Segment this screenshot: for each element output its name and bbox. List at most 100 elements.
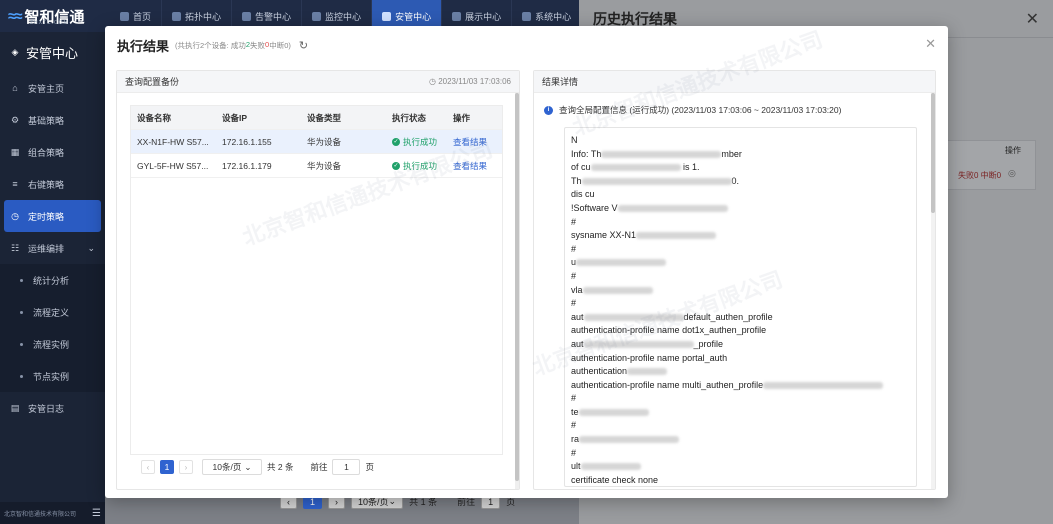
col-header-name: 设备名称: [137, 112, 172, 123]
company-name: 北京智和信通技术有限公司: [4, 511, 77, 518]
close-icon[interactable]: ✕: [925, 36, 936, 52]
next-page-icon[interactable]: ›: [179, 460, 193, 474]
log-line-text: authentication-profile name dot1x_authen…: [571, 325, 767, 336]
log-line: #: [571, 419, 910, 433]
panel-header: 查询配置备份 ◷ 2023/11/03 17:03:06: [117, 71, 519, 93]
device-type: 华为设备: [307, 160, 342, 171]
redacted-text: [601, 150, 722, 158]
log-line-tail: is 1.: [680, 162, 700, 173]
tab-label: 安管中心: [395, 11, 432, 22]
prev-page-icon[interactable]: ‹: [141, 460, 155, 474]
scrollbar[interactable]: [931, 93, 935, 489]
log-line-text: #: [571, 420, 577, 431]
scrollbar[interactable]: [515, 93, 519, 489]
page-number[interactable]: 1: [160, 460, 174, 474]
sidebar-subitem-flow-instance[interactable]: 流程实例: [0, 328, 105, 360]
menu-toggle-icon[interactable]: ☰: [92, 508, 101, 519]
bullet-icon: [20, 342, 23, 346]
exec-status: ✓ 执行成功: [386, 160, 447, 172]
redacted-text: [627, 368, 668, 376]
sidebar-title-label: 安管中心: [26, 45, 79, 61]
log-line: #: [571, 270, 910, 284]
eye-icon[interactable]: ◎: [1008, 168, 1016, 179]
page-size-select[interactable]: 10条/页 ⌄: [202, 459, 262, 475]
log-line-text: !Software V: [571, 202, 618, 213]
log-line: #: [571, 392, 910, 406]
view-result-link[interactable]: 查看结果: [447, 160, 502, 172]
goto-input[interactable]: 1: [332, 459, 361, 475]
tab-label: 展示中心: [465, 11, 502, 22]
redacted-text: [579, 436, 680, 444]
drawer-row-status: 失败0 中断0: [958, 171, 1002, 180]
sidebar-item-scheduled-policy[interactable]: ◷ 定时策略: [4, 200, 101, 232]
clock-icon: ◷: [11, 210, 19, 221]
log-line-tail: 0.: [731, 175, 740, 186]
sidebar-item-rightclick-policy[interactable]: ≡ 右键策略: [0, 168, 105, 200]
log-line: dis cu: [571, 188, 910, 202]
sidebar-item-label: 运维编排: [28, 243, 65, 254]
device-name: GYL-5F-HW S57...: [137, 160, 209, 171]
refresh-icon[interactable]: ↻: [299, 39, 308, 52]
scrollbar-thumb[interactable]: [515, 93, 519, 481]
config-output-log[interactable]: N Info: Th mber of cu is 1. Th 0. dis cu !Softw…: [564, 127, 917, 487]
home-icon: ⌂: [12, 83, 18, 93]
log-line-text: ra: [571, 434, 580, 445]
scrollbar-thumb[interactable]: [931, 93, 935, 213]
success-check-icon: ✓: [392, 161, 400, 170]
result-detail-panel: 结果详情 i 查询全局配置信息 (运行成功) (2023/11/03 17:03…: [533, 70, 936, 490]
table-row[interactable]: XX-N1F-HW S57... 172.16.1.155 华为设备 ✓ 执行成功…: [131, 130, 502, 154]
sidebar-item-ops-orchestration[interactable]: ☷ 运维编排 ⌄: [0, 232, 105, 264]
sidebar-subitem-node-instance[interactable]: 节点实例: [0, 360, 105, 392]
close-icon[interactable]: ✕: [1026, 9, 1039, 29]
log-line: of cu is 1.: [571, 161, 910, 175]
log-line: Th 0.: [571, 175, 910, 189]
drawer-op-header: 操作: [1005, 146, 1021, 155]
sidebar-subitem-stats[interactable]: 统计分析: [0, 264, 105, 296]
log-line: vla: [571, 284, 910, 298]
log-line-text: #: [571, 216, 577, 227]
summary-suffix: 中断0): [269, 40, 291, 50]
shield-icon: ◈: [11, 46, 19, 57]
grid-icon: ▦: [10, 146, 20, 157]
sidebar-item-home[interactable]: ⌂ 安管主页: [0, 72, 105, 104]
sidebar-subitem-flow-def[interactable]: 流程定义: [0, 296, 105, 328]
view-result-link[interactable]: 查看结果: [447, 136, 502, 148]
tab-label: 拓扑中心: [185, 11, 222, 22]
log-line-text: vla: [571, 284, 583, 295]
log-line: sysname XX-N1: [571, 229, 910, 243]
redacted-text: [582, 286, 653, 294]
redacted-text: [578, 409, 649, 416]
logo-subtext: ZHXTC.COM: [30, 20, 69, 26]
redacted-text: [580, 463, 641, 471]
table-pager: ‹ 1 › 10条/页 ⌄ 共 2 条 前往 1 页: [141, 459, 374, 475]
device-results-panel: 查询配置备份 ◷ 2023/11/03 17:03:06 设备名称 设备IP 设…: [116, 70, 520, 490]
sidebar-item-label: 基础策略: [28, 115, 65, 126]
drawer-table: [936, 140, 1036, 190]
bullet-icon: [20, 278, 23, 282]
sidebar-subitem-label: 节点实例: [33, 371, 70, 382]
log-line-text: #: [571, 270, 577, 281]
sidebar: ◈ 安管中心 ⌂ 安管主页 ⚙ 基础策略 ▦ 组合策略 ≡ 右键策略 ◷ 定时策略 ☷ 运维编…: [0, 32, 105, 524]
summary-prefix: (共执行2个设备: 成功: [175, 40, 246, 50]
redacted-text: [636, 232, 717, 240]
log-line: certificate check none: [571, 474, 910, 486]
sidebar-item-basic-policy[interactable]: ⚙ 基础策略: [0, 104, 105, 136]
app-logo[interactable]: ≈≈ 智和信通 ZHXTC.COM: [0, 0, 110, 32]
redacted-text: [583, 341, 694, 349]
topology-icon: [172, 11, 182, 21]
shield-icon: [382, 11, 392, 21]
device-ip: 172.16.1.155: [222, 136, 272, 147]
log-line-text: dis cu: [571, 189, 595, 200]
log-line-text: authentication-profile name multi_authen…: [571, 379, 764, 390]
sidebar-item-label: 安管日志: [28, 403, 65, 414]
info-icon: i: [544, 105, 553, 115]
table-row[interactable]: GYL-5F-HW S57... 172.16.1.179 华为设备 ✓ 执行成功…: [131, 154, 502, 178]
log-line-text: authentication-profile name portal_auth: [571, 352, 728, 363]
sidebar-item-combo-policy[interactable]: ▦ 组合策略: [0, 136, 105, 168]
sidebar-item-security-log[interactable]: ▤ 安管日志: [0, 392, 105, 424]
device-name: XX-N1F-HW S57...: [137, 136, 209, 147]
exec-status-label: 执行成功: [403, 136, 438, 147]
log-line: aut _profile: [571, 338, 910, 352]
log-line: authentication-profile name multi_authen…: [571, 379, 910, 393]
panel-time: ◷ 2023/11/03 17:03:06: [429, 77, 511, 86]
